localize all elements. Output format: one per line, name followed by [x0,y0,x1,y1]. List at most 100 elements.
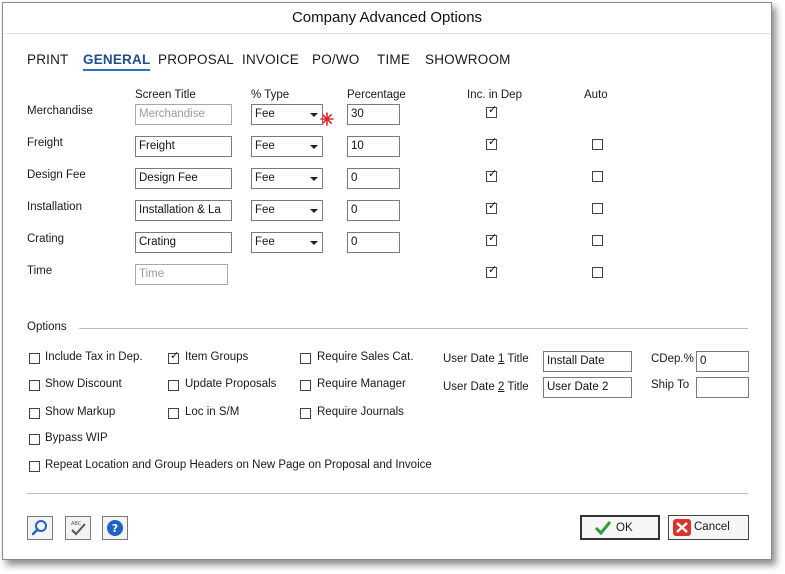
time-auto-checkbox[interactable] [592,267,603,278]
row-label-design-fee: Design Fee [27,169,86,181]
bypass-wip-checkbox[interactable] [29,434,40,445]
show-markup-checkbox[interactable] [29,408,40,419]
col-percentage: Percentage [347,89,406,101]
dialog-window: Company Advanced Options PRINT GENERAL P… [2,2,772,560]
options-heading: Options [27,321,67,333]
check-icon: ✓ [170,350,180,362]
require-manager-label: Require Manager [317,378,406,390]
chevron-down-icon [310,241,318,245]
help-button[interactable]: ? [102,516,128,540]
time-inc-dep-checkbox[interactable]: ✓ [486,264,498,278]
close-icon [673,519,691,536]
spellcheck-button[interactable]: ABC [65,516,91,540]
freight-inc-dep-checkbox[interactable]: ✓ [486,136,497,150]
row-label-merchandise: Merchandise [27,105,93,117]
item-groups-label: Item Groups [185,351,249,363]
update-proposals-checkbox[interactable] [168,380,179,391]
installation-percentage-field[interactable]: 0 [347,200,400,221]
tab-showroom[interactable]: SHOWROOM [425,52,511,67]
merchandise-percentage-field[interactable]: 30 [347,104,400,125]
col-screen-title: Screen Title [135,89,196,101]
show-discount-checkbox[interactable] [29,380,40,391]
merchandise-title-field[interactable]: Merchandise [135,104,232,125]
check-icon: ✓ [488,264,498,276]
crating-auto-checkbox[interactable] [592,235,603,246]
loc-in-sm-checkbox[interactable] [168,408,179,419]
freight-type-value: Fee [255,140,275,152]
user-date-1-field[interactable]: Install Date [543,351,632,372]
installation-title-field[interactable]: Installation & La [135,200,232,221]
design-fee-type-select[interactable]: Fee [251,168,323,189]
crating-type-select[interactable]: Fee [251,232,323,253]
merchandise-inc-dep-checkbox[interactable]: ✓ [486,104,498,118]
svg-text:?: ? [112,522,118,535]
crating-title-field[interactable]: Crating [135,232,232,253]
freight-title-field[interactable]: Freight [135,136,232,157]
ship-to-label: Ship To [651,379,690,391]
row-label-time: Time [27,265,53,277]
ok-label: OK [616,522,633,534]
tab-proposal[interactable]: PROPOSAL [158,52,234,67]
repeat-headers-label: Repeat Location and Group Headers on New… [45,459,432,471]
chevron-down-icon [310,145,318,149]
cdep-label: CDep.% [651,353,694,365]
repeat-headers-checkbox[interactable] [29,461,40,472]
spellcheck-icon: ABC [71,521,86,536]
design-fee-percentage-field[interactable]: 0 [347,168,400,189]
tab-print[interactable]: PRINT [27,52,69,67]
tab-general[interactable]: GENERAL [83,52,151,71]
time-title-field[interactable]: Time [135,264,228,285]
require-sales-cat-label: Require Sales Cat. [317,351,414,363]
show-markup-label: Show Markup [45,406,116,418]
user-date-2-label: User Date 2 Title [443,381,529,393]
tab-invoice[interactable]: INVOICE [242,52,299,67]
search-button[interactable] [27,516,53,540]
ship-to-field[interactable] [696,377,749,398]
design-fee-type-value: Fee [255,172,275,184]
row-label-installation: Installation [27,201,82,213]
tab-po-wo[interactable]: PO/WO [312,52,360,67]
cancel-button[interactable]: Cancel [668,515,749,540]
installation-inc-dep-checkbox[interactable]: ✓ [486,200,498,214]
installation-auto-checkbox[interactable] [592,203,603,214]
require-journals-checkbox[interactable] [300,408,311,419]
design-fee-auto-checkbox[interactable] [592,171,603,182]
footer-divider [27,493,748,494]
design-fee-title-field[interactable]: Design Fee [135,168,232,189]
installation-type-select[interactable]: Fee [251,200,323,221]
chevron-down-icon [310,209,318,213]
merchandise-type-select[interactable]: Fee [251,104,323,125]
item-groups-checkbox[interactable]: ✓ [168,350,180,364]
options-divider [79,328,748,329]
ok-button[interactable]: OK [580,515,660,540]
freight-percentage-field[interactable]: 10 [347,136,400,157]
window-title: Company Advanced Options [3,3,771,34]
require-sales-cat-checkbox[interactable] [300,353,311,364]
user-date-2-field[interactable]: User Date 2 [543,377,632,398]
crating-type-value: Fee [255,236,275,248]
freight-type-select[interactable]: Fee [251,136,323,157]
check-icon [594,521,612,536]
require-journals-label: Require Journals [317,406,404,418]
crating-inc-dep-checkbox[interactable]: ✓ [486,232,497,246]
help-icon: ? [107,520,123,536]
include-tax-checkbox[interactable] [29,353,40,364]
freight-auto-checkbox[interactable] [592,139,603,150]
tab-time[interactable]: TIME [377,52,410,67]
check-icon: ✓ [488,104,498,116]
design-fee-inc-dep-checkbox[interactable]: ✓ [486,168,497,182]
crating-percentage-field[interactable]: 0 [347,232,400,253]
bypass-wip-label: Bypass WIP [45,432,108,444]
search-icon [31,520,47,536]
require-manager-checkbox[interactable] [300,380,311,391]
col-inc-in-dep: Inc. in Dep [467,89,522,101]
include-tax-label: Include Tax in Dep. [45,351,143,363]
merchandise-type-value: Fee [255,108,275,120]
cdep-field[interactable]: 0 [696,351,749,372]
user-date-1-label: User Date 1 Title [443,353,529,365]
loc-in-sm-label: Loc in S/M [185,406,240,418]
col-auto: Auto [584,89,608,101]
check-icon: ✓ [488,200,498,212]
row-label-freight: Freight [27,137,63,149]
chevron-down-icon [310,113,318,117]
